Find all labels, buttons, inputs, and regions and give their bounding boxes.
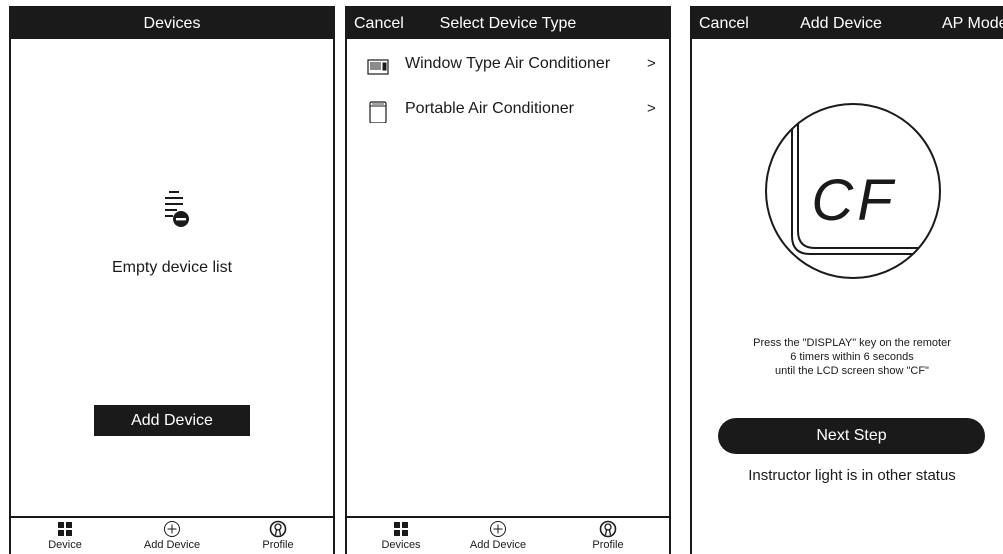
tab-bar: Device Add Device Profile [11,516,333,554]
plus-circle-icon [164,521,180,537]
tab-label: Devices [381,539,421,551]
devices-screen: Devices Empty device list Add Device Dev… [9,6,335,554]
tab-label: Add Device [469,539,527,551]
device-type-label: Window Type Air Conditioner [405,55,611,72]
grid-icon [58,522,72,536]
chevron-right-icon: > [647,55,656,72]
header-bar: Devices [11,8,333,39]
chevron-right-icon: > [647,100,656,117]
profile-icon [269,520,287,538]
tab-bar: Devices Add Device Profile [347,516,669,554]
device-type-portable-ac[interactable]: Portable Air Conditioner > [347,96,669,126]
page-title: Devices [143,15,201,32]
empty-list-text: Empty device list [111,259,233,276]
cancel-button[interactable]: Cancel [354,8,404,39]
grid-icon [394,522,408,536]
select-device-type-screen: Select Device Type Cancel Window Type Ai… [345,6,671,554]
other-status-link[interactable]: Instructor light is in other status [692,467,1003,484]
add-device-button[interactable]: Add Device [94,405,250,436]
instruction-line: until the LCD screen show "CF" [775,365,929,377]
tab-add-device[interactable]: Add Device [458,520,538,552]
header-bar: Select Device Type Cancel [347,8,669,39]
ap-mode-button[interactable]: AP Mode [942,8,1003,39]
portable-ac-icon [369,101,387,123]
empty-list-icon [165,191,189,227]
window-ac-icon [367,59,389,75]
profile-icon [599,520,617,538]
add-device-screen: Cancel Add Device AP Mode CF Press the "… [690,6,1003,554]
lcd-text: CF [811,168,896,233]
next-step-button[interactable]: Next Step [718,418,985,454]
tab-devices[interactable]: Devices [361,520,441,552]
tab-label: Device [48,539,82,551]
instruction-text: Press the "DISPLAY" key on the remoter 6… [722,336,982,378]
plus-circle-icon [490,521,506,537]
tab-add-device[interactable]: Add Device [132,520,212,552]
instruction-line: Press the "DISPLAY" key on the remoter [753,337,951,349]
header-bar: Cancel Add Device AP Mode [692,8,1003,39]
device-type-window-ac[interactable]: Window Type Air Conditioner > [347,51,669,81]
device-type-label: Portable Air Conditioner [405,100,574,117]
instruction-line: 6 timers within 6 seconds [790,351,914,363]
tab-label: Profile [262,539,294,551]
tab-profile[interactable]: Profile [238,520,318,552]
tab-device[interactable]: Device [25,520,105,552]
tab-label: Profile [592,539,624,551]
tab-label: Add Device [143,539,201,551]
lcd-display-illustration: CF [765,103,941,279]
tab-profile[interactable]: Profile [568,520,648,552]
